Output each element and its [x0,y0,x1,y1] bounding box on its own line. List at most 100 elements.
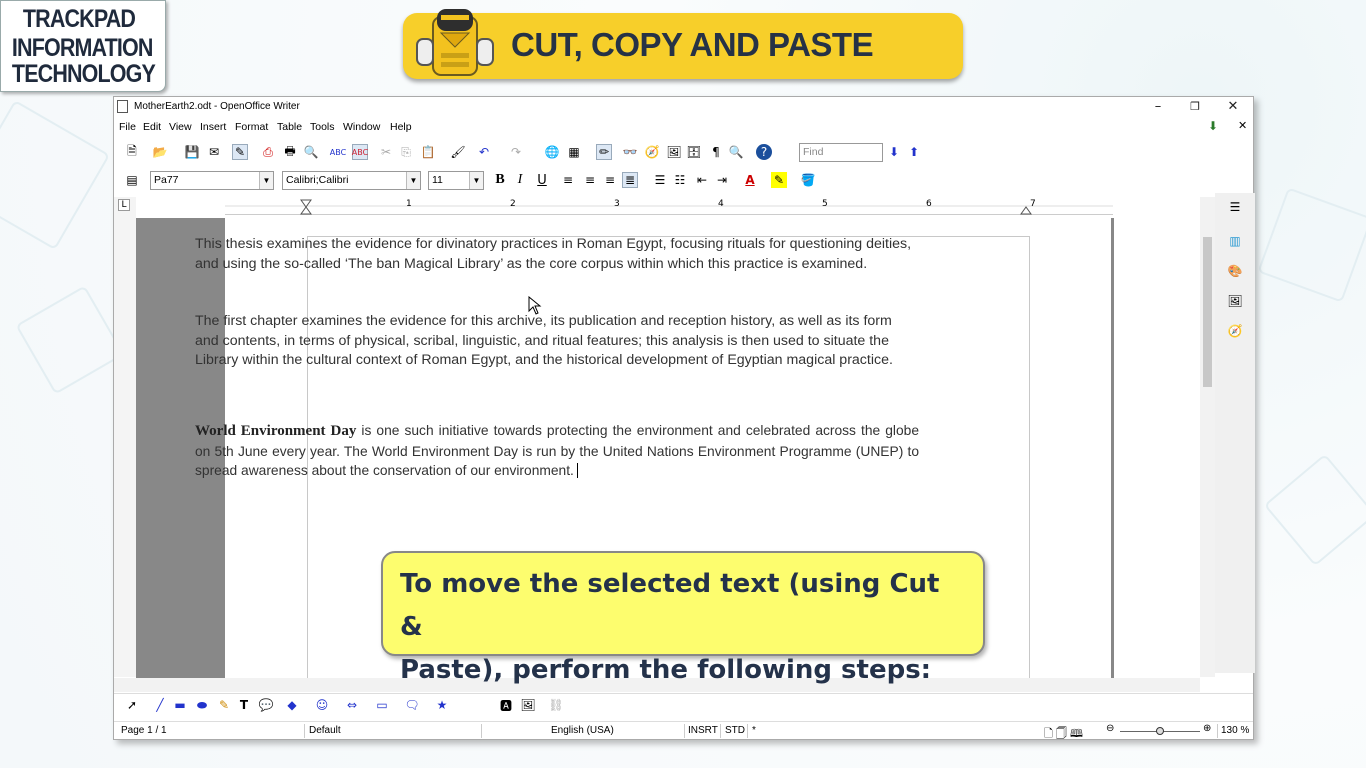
navigator-side-icon[interactable]: 🧭 [1227,323,1243,339]
view-layout-icon[interactable]: 🗋 🗍 🕮 [1044,725,1083,744]
rectangle-icon[interactable]: ▬ [172,697,188,713]
justify-icon[interactable]: ≣ [622,172,638,188]
language[interactable]: English (USA) [551,725,614,736]
flowchart-icon[interactable]: ▭ [374,697,390,713]
align-center-icon[interactable]: ≡ [582,172,598,188]
background-color-icon[interactable]: 🪣 [800,172,816,188]
bullets-icon[interactable]: ☷ [672,172,688,188]
menu-table[interactable]: Table [277,121,302,133]
styles-icon[interactable]: 🎨 [1227,263,1243,279]
line-icon[interactable]: ╱ [152,697,168,713]
gallery-icon[interactable]: 🖼 [666,144,682,160]
menu-tools[interactable]: Tools [310,121,335,133]
callout-shapes-icon[interactable]: 🗨 [404,697,420,713]
underline-button[interactable]: U [534,172,550,188]
minimize-button[interactable]: – [1139,98,1177,116]
extrusion-icon[interactable]: ⛓ [548,697,564,713]
print-icon[interactable]: 🖶 [282,144,298,160]
paragraph-1[interactable]: This thesis examines the evidence for di… [195,235,919,274]
paragraph-3[interactable]: World Environment Day is one such initia… [195,421,919,481]
zoom-icon[interactable]: 🔍 [728,144,744,160]
clone-formatting-icon[interactable]: 🖌 [450,144,466,160]
restore-button[interactable]: ❐ [1176,98,1214,116]
cut-icon[interactable]: ✂ [378,144,394,160]
vertical-scrollbar[interactable] [1200,197,1215,677]
close-button[interactable]: ✕ [1214,98,1252,116]
menu-window[interactable]: Window [343,121,380,133]
symbol-shapes-icon[interactable]: ☺ [314,697,330,713]
font-color-icon[interactable]: A [742,172,758,188]
scroll-thumb[interactable] [1203,237,1212,387]
tab-type-selector[interactable]: L [118,199,130,211]
help-icon[interactable]: ? [756,144,772,160]
align-right-icon[interactable]: ≡ [602,172,618,188]
sidebar-menu-icon[interactable]: ☰ [1227,199,1243,215]
data-sources-icon[interactable]: 🗄 [686,144,702,160]
nonprinting-characters-icon[interactable]: ¶ [708,144,724,160]
menu-help[interactable]: Help [390,121,412,133]
navigator-icon[interactable]: 🧭 [644,144,660,160]
fontwork-icon[interactable]: 🅰 [498,697,514,713]
properties-icon[interactable]: ▥ [1227,233,1243,249]
show-draw-functions-icon[interactable]: ✏ [596,144,612,160]
autospellcheck-icon[interactable]: ABC [352,144,368,160]
find-replace-icon[interactable]: 👓 [622,144,638,160]
menu-insert[interactable]: Insert [200,121,226,133]
edit-file-icon[interactable]: ✎ [232,144,248,160]
menu-format[interactable]: Format [235,121,268,133]
find-previous-icon[interactable]: ⬆ [906,144,922,160]
decrease-indent-icon[interactable]: ⇤ [694,172,710,188]
align-left-icon[interactable]: ≡ [560,172,576,188]
gallery-side-icon[interactable]: 🖼 [1227,293,1243,309]
zoom-level[interactable]: 130 % [1221,725,1249,736]
freeform-icon[interactable]: ✎ [216,697,232,713]
paragraph-2[interactable]: The first chapter examines the evidence … [195,312,919,371]
ellipse-icon[interactable]: ⬬ [194,697,210,713]
find-input[interactable]: Find [799,143,883,162]
table-icon[interactable]: ▦ [566,144,582,160]
chevron-down-icon[interactable]: ▼ [406,172,420,189]
open-folder-icon[interactable]: 📂 [152,144,168,160]
save-icon[interactable]: 💾 [184,144,200,160]
italic-button[interactable]: I [512,172,528,188]
new-document-icon[interactable]: 🗎 [124,144,140,160]
zoom-out-icon[interactable]: ⊖ [1106,723,1114,734]
select-icon[interactable]: ➚ [124,697,140,713]
undo-icon[interactable]: ↶ [476,144,492,160]
menu-edit[interactable]: Edit [143,121,161,133]
from-file-icon[interactable]: 🖼 [520,697,536,713]
zoom-slider[interactable]: ⊖ ⊕ [1106,723,1214,737]
highlighting-icon[interactable]: ✎ [771,172,787,188]
font-name-select[interactable]: Calibri;Calibri ▼ [282,171,421,190]
zoom-in-icon[interactable]: ⊕ [1203,723,1211,734]
text-icon[interactable]: T [236,697,252,713]
redo-icon[interactable]: ↷ [508,144,524,160]
increase-indent-icon[interactable]: ⇥ [714,172,730,188]
basic-shapes-icon[interactable]: ◆ [284,697,300,713]
font-size-select[interactable]: 11 ▼ [428,171,484,190]
paste-icon[interactable]: 📋 [420,144,436,160]
bold-button[interactable]: B [492,172,508,188]
block-arrows-icon[interactable]: ⇔ [344,697,360,713]
stars-icon[interactable]: ★ [434,697,450,713]
email-icon[interactable]: ✉ [206,144,222,160]
paragraph-style-select[interactable]: Pa77 ▼ [150,171,274,190]
spellcheck-icon[interactable]: ABC [330,144,346,160]
hyperlink-icon[interactable]: 🌐 [544,144,560,160]
page-style[interactable]: Default [309,725,341,736]
print-preview-icon[interactable]: 🔍 [303,144,319,160]
insert-mode[interactable]: INSRT [688,725,718,736]
selection-mode[interactable]: STD [725,725,745,736]
numbering-icon[interactable]: ☰ [652,172,668,188]
chevron-down-icon[interactable]: ▼ [469,172,483,189]
download-update-icon[interactable]: ⬇ [1208,119,1218,133]
find-next-icon[interactable]: ⬇ [886,144,902,160]
styles-formatting-icon[interactable]: ▤ [124,172,140,188]
menu-file[interactable]: File [119,121,136,133]
menu-view[interactable]: View [169,121,192,133]
chevron-down-icon[interactable]: ▼ [259,172,273,189]
export-pdf-icon[interactable]: ⎙ [260,144,276,160]
copy-icon[interactable]: ⎘ [398,144,414,160]
zoom-thumb[interactable] [1156,727,1164,735]
callouts-icon[interactable]: 💬 [258,697,274,713]
